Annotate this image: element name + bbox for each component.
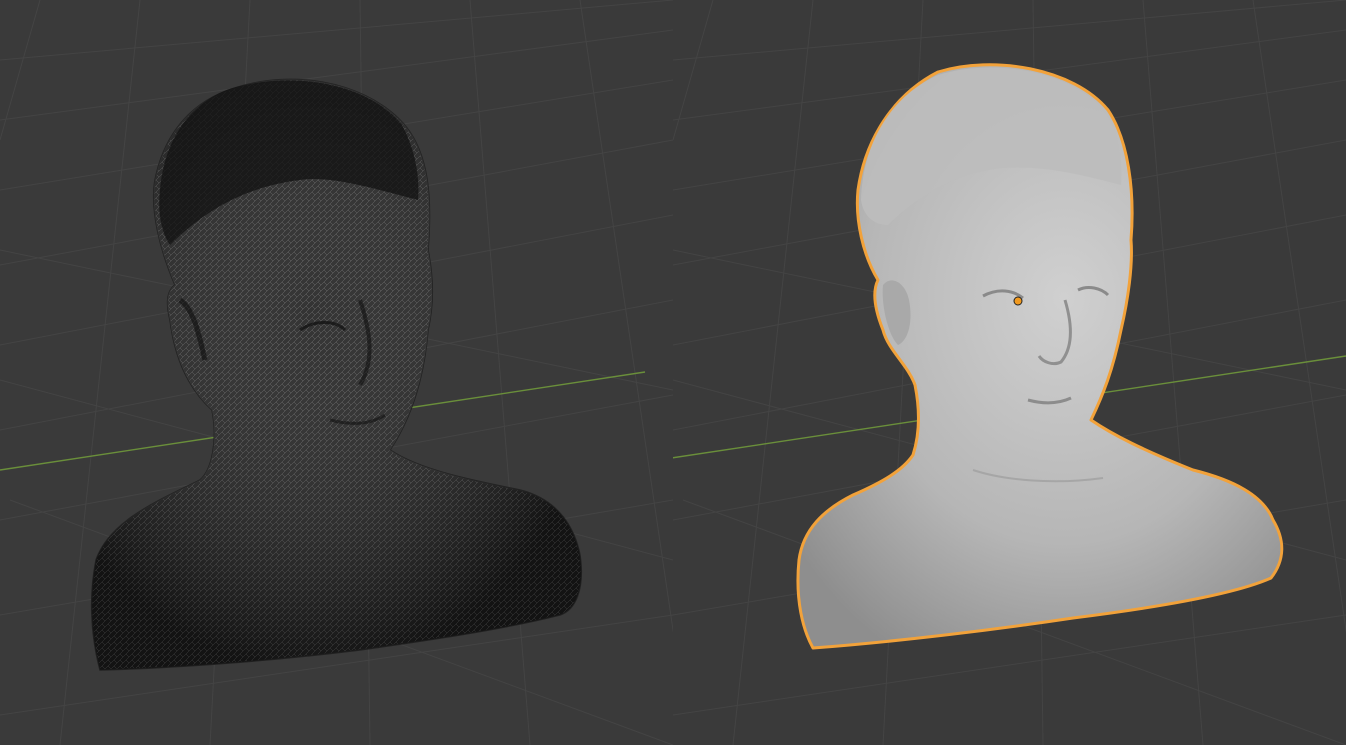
wireframe-scene xyxy=(0,0,673,745)
solid-scene xyxy=(673,0,1346,745)
object-origin-dot[interactable] xyxy=(1013,296,1023,306)
3d-viewport[interactable] xyxy=(0,0,1346,745)
viewport-pane-solid[interactable] xyxy=(673,0,1346,745)
wireframe-bust[interactable] xyxy=(90,78,582,671)
solid-bust[interactable] xyxy=(796,63,1284,650)
viewport-pane-wireframe[interactable] xyxy=(0,0,673,745)
